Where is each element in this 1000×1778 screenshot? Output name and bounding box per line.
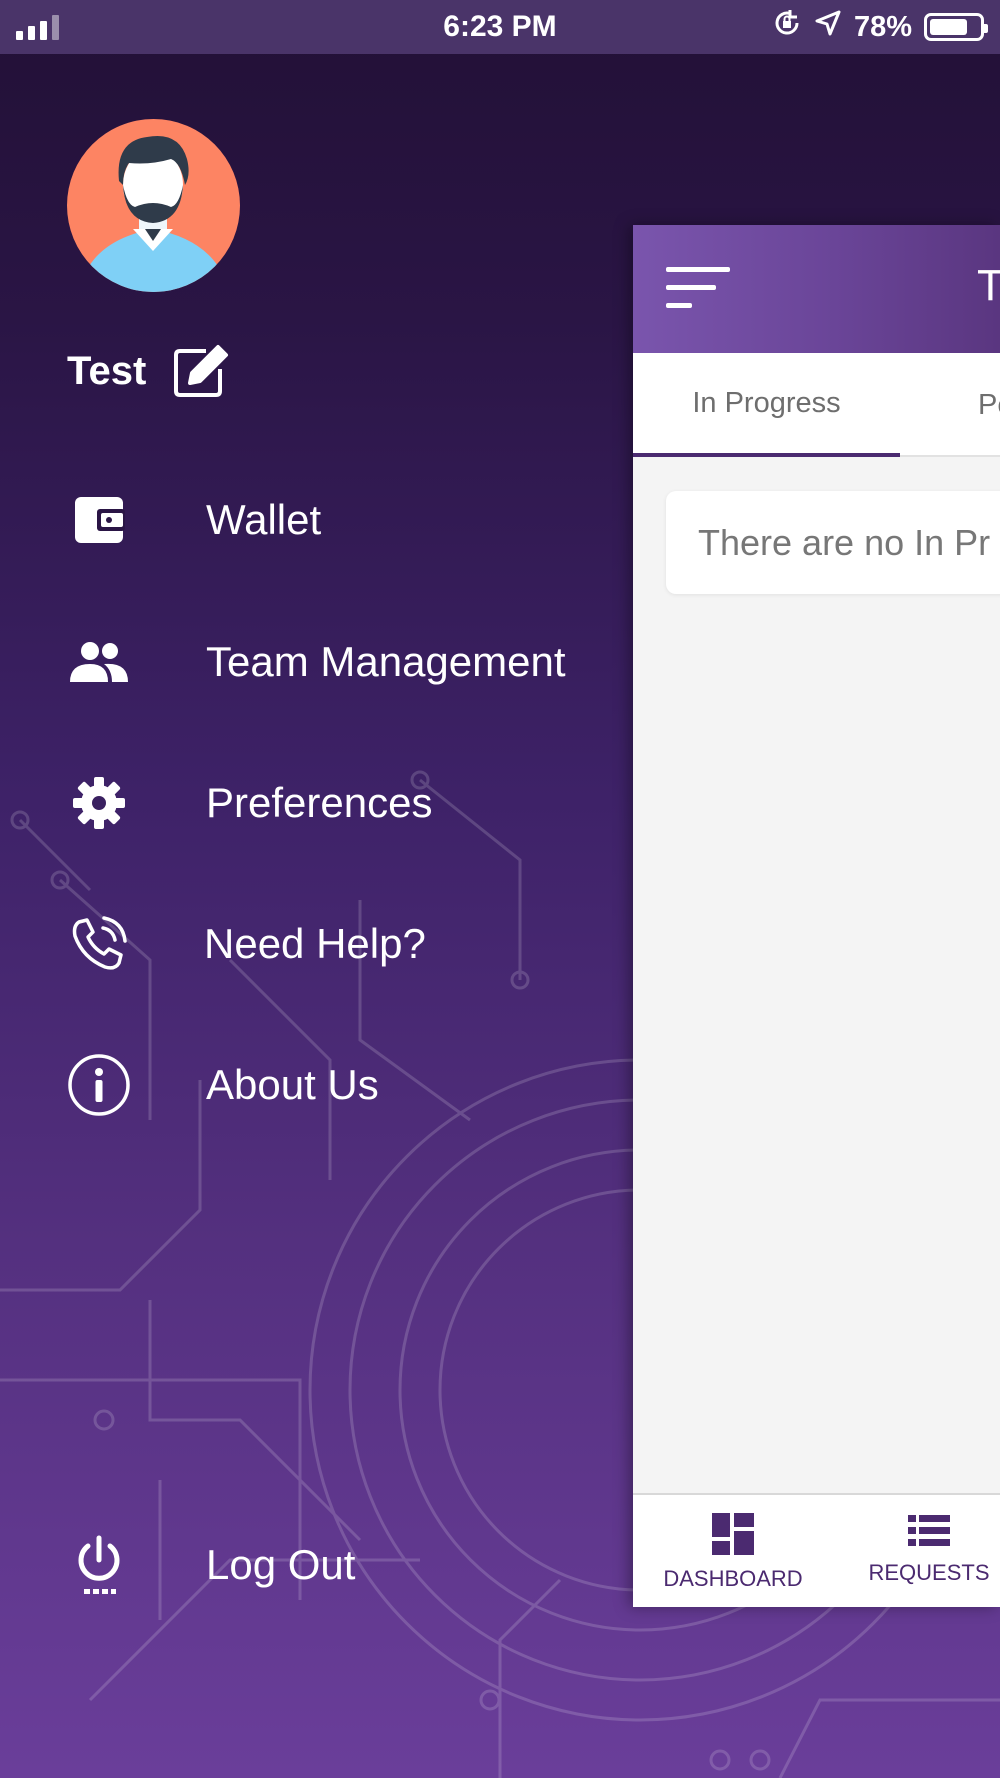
- app-header: T: [633, 225, 1000, 353]
- menu-label-about-us: About Us: [206, 1061, 379, 1108]
- nav-label-dashboard: DASHBOARD: [663, 1566, 803, 1591]
- menu-label-team-management: Team Management: [206, 638, 566, 685]
- edit-icon[interactable]: [172, 343, 230, 399]
- menu-label-wallet: Wallet: [206, 496, 322, 543]
- menu-item-need-help[interactable]: Need Help?: [66, 911, 426, 977]
- logout-button[interactable]: Log Out: [66, 1532, 355, 1598]
- tab-bar: In Progress Pe: [633, 353, 1000, 457]
- nav-label-requests: REQUESTS: [868, 1560, 990, 1585]
- hamburger-icon[interactable]: [666, 265, 730, 313]
- empty-state-message: There are no In Pr: [666, 491, 1000, 594]
- power-icon: [66, 1532, 132, 1598]
- avatar[interactable]: [67, 119, 240, 292]
- avatar-icon: [79, 135, 229, 292]
- main-panel[interactable]: T In Progress Pe There are no In Pr DASH…: [633, 225, 1000, 1607]
- user-name: Test: [67, 348, 147, 393]
- battery-icon: [924, 13, 988, 41]
- wallet-icon: [66, 487, 132, 553]
- phone-icon: [66, 911, 132, 977]
- people-icon: [66, 629, 132, 695]
- nav-requests[interactable]: REQUESTS: [867, 1513, 991, 1586]
- user-row: Test: [67, 343, 230, 399]
- nav-dashboard[interactable]: DASHBOARD: [663, 1513, 803, 1592]
- menu-item-about-us[interactable]: About Us: [66, 1052, 379, 1118]
- list-icon: [908, 1513, 950, 1554]
- battery-fill: [930, 19, 968, 35]
- signal-icon: [16, 14, 59, 40]
- dashboard-icon: [712, 1513, 754, 1560]
- battery-percent: 78%: [853, 10, 912, 43]
- info-icon: [66, 1052, 132, 1118]
- tab-pending[interactable]: Pe: [978, 353, 1000, 457]
- gear-icon: [66, 770, 132, 836]
- location-arrow-icon: [814, 9, 842, 45]
- status-bar: 6:23 PM 78%: [0, 0, 1000, 54]
- menu-item-team-management[interactable]: Team Management: [66, 629, 566, 695]
- tab-in-progress[interactable]: In Progress: [633, 353, 900, 457]
- logout-label: Log Out: [206, 1541, 356, 1588]
- menu-item-wallet[interactable]: Wallet: [66, 487, 321, 553]
- bottom-nav: DASHBOARD REQUESTS: [633, 1493, 1000, 1607]
- menu-label-need-help: Need Help?: [204, 920, 426, 967]
- page-title: T: [977, 261, 1000, 310]
- rotation-lock-icon: [772, 8, 802, 46]
- menu-label-preferences: Preferences: [206, 779, 433, 826]
- menu-item-preferences[interactable]: Preferences: [66, 770, 432, 836]
